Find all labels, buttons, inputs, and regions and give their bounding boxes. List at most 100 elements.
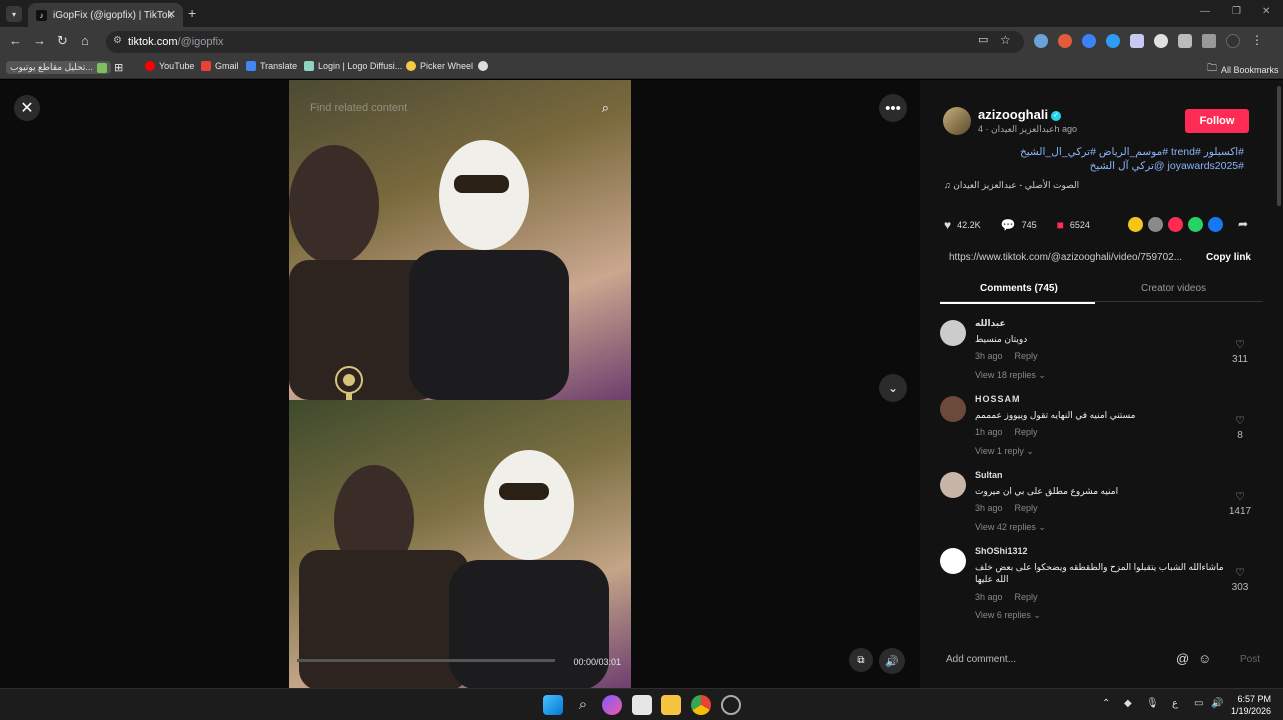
menu-kebab-icon[interactable]: ⋮ bbox=[1250, 34, 1264, 48]
apps-grid-icon[interactable]: ⊞ bbox=[114, 61, 123, 74]
system-clock[interactable]: 6:57 PM 1/19/2026 bbox=[1231, 693, 1271, 717]
url-bar[interactable]: ⚙ tiktok.com/@igopfix bbox=[106, 31, 1024, 53]
follow-button[interactable]: Follow bbox=[1185, 109, 1249, 133]
reload-icon[interactable]: ↻ bbox=[57, 33, 68, 49]
input-language[interactable]: ع bbox=[1172, 698, 1178, 709]
bookmark-globe[interactable] bbox=[478, 61, 488, 71]
extension-icon[interactable] bbox=[1154, 34, 1168, 48]
view-replies-button[interactable]: View 6 replies ⌄ bbox=[975, 610, 1041, 621]
author-avatar[interactable] bbox=[943, 107, 971, 135]
network-icon[interactable]: ▭ bbox=[1194, 698, 1203, 709]
view-replies-button[interactable]: View 18 replies ⌄ bbox=[975, 370, 1046, 381]
comment-like[interactable]: ♡ 303 bbox=[1225, 566, 1255, 593]
comment-username[interactable]: عبدالله bbox=[975, 318, 1006, 329]
comment-like[interactable]: ♡ 311 bbox=[1225, 338, 1255, 365]
emoji-icon[interactable]: ☺ bbox=[1198, 651, 1211, 666]
avatar[interactable] bbox=[940, 548, 966, 574]
comment-username[interactable]: Sultan bbox=[975, 470, 1003, 480]
reply-button[interactable]: Reply bbox=[1015, 592, 1038, 602]
tab-close-icon[interactable]: ✕ bbox=[167, 8, 176, 21]
extension-icon[interactable] bbox=[1106, 34, 1120, 48]
video-progress-bar[interactable] bbox=[297, 659, 555, 662]
file-explorer-icon[interactable] bbox=[661, 695, 681, 715]
browser-tab[interactable]: ♪ iGopFix (@igopfix) | TikTok ✕ bbox=[28, 3, 183, 27]
bookmark-logo-diffusion[interactable]: Login | Logo Diffusi... bbox=[304, 61, 402, 71]
reply-button[interactable]: Reply bbox=[1015, 351, 1038, 361]
app-icon[interactable] bbox=[721, 695, 741, 715]
share-friends-icon[interactable] bbox=[1148, 217, 1163, 232]
reading-list-icon[interactable] bbox=[1202, 34, 1216, 48]
store-icon[interactable] bbox=[632, 695, 652, 715]
close-video-button[interactable]: ✕ bbox=[14, 95, 40, 121]
reply-button[interactable]: Reply bbox=[1015, 503, 1038, 513]
site-info-icon[interactable]: ⚙ bbox=[113, 35, 122, 46]
forward-icon[interactable]: → bbox=[33, 33, 46, 48]
comment-icon[interactable]: 💬 bbox=[1001, 218, 1016, 232]
comment-like[interactable]: ♡ 8 bbox=[1225, 414, 1255, 441]
share-embed-icon[interactable] bbox=[1128, 217, 1143, 232]
extensions-puzzle-icon[interactable] bbox=[1178, 34, 1192, 48]
home-icon[interactable]: ⌂ bbox=[81, 33, 89, 48]
copilot-icon[interactable] bbox=[602, 695, 622, 715]
extension-icon[interactable] bbox=[1082, 34, 1096, 48]
more-options-button[interactable]: ••• bbox=[879, 94, 907, 122]
maximize-button[interactable]: ❐ bbox=[1232, 6, 1241, 17]
share-arrow-icon[interactable]: ➦ bbox=[1238, 217, 1248, 231]
post-comment-button[interactable]: Post bbox=[1240, 654, 1260, 665]
copy-link-button[interactable]: Copy link bbox=[1206, 252, 1251, 263]
copilot-tray-icon[interactable]: ◆ bbox=[1124, 698, 1132, 709]
mention-icon[interactable]: @ bbox=[1176, 651, 1189, 666]
comment-username[interactable]: ShOShi1312 bbox=[975, 546, 1028, 556]
chrome-icon[interactable] bbox=[691, 695, 711, 715]
reply-button[interactable]: Reply bbox=[1015, 427, 1038, 437]
window-close-button[interactable]: ✕ bbox=[1262, 6, 1270, 17]
find-related-content[interactable]: Find related content bbox=[310, 102, 407, 114]
profile-avatar[interactable] bbox=[1226, 34, 1240, 48]
bookmark-translate[interactable]: Translate bbox=[246, 61, 297, 71]
bookmark-gmail[interactable]: Gmail bbox=[201, 61, 239, 71]
extension-icon[interactable] bbox=[1034, 34, 1048, 48]
comment-username[interactable]: HOSSAM bbox=[975, 394, 1021, 404]
bookmark-youtube[interactable]: YouTube bbox=[145, 61, 194, 71]
new-tab-button[interactable]: + bbox=[188, 5, 196, 21]
cast-icon[interactable]: ▭ bbox=[978, 33, 988, 46]
avatar[interactable] bbox=[940, 396, 966, 422]
picture-in-picture-button[interactable]: ⧉ bbox=[849, 648, 873, 672]
extension-icon[interactable] bbox=[1058, 34, 1072, 48]
bookmark-star-icon[interactable]: ☆ bbox=[1000, 33, 1011, 47]
tab-comments[interactable]: Comments (745) bbox=[940, 283, 1095, 304]
view-replies-button[interactable]: View 42 replies ⌄ bbox=[975, 522, 1046, 533]
microphone-icon[interactable]: 🎙 bbox=[1146, 698, 1159, 709]
view-replies-button[interactable]: View 1 reply ⌄ bbox=[975, 446, 1034, 457]
sidebar-scrollbar[interactable] bbox=[1277, 86, 1281, 206]
post-caption[interactable]: #اكسبلور #trend #موسم_الرياض #تركي_ال_ال… bbox=[944, 145, 1244, 173]
share-facebook-icon[interactable] bbox=[1208, 217, 1223, 232]
search-icon[interactable]: ⌕ bbox=[602, 100, 609, 116]
minimize-button[interactable]: — bbox=[1200, 6, 1210, 17]
share-whatsapp-icon[interactable] bbox=[1188, 217, 1203, 232]
music-info[interactable]: ♫ الصوت الأصلي - عبدالعزيز العيدان bbox=[944, 180, 1079, 191]
volume-button[interactable]: 🔊 bbox=[879, 648, 905, 674]
back-icon[interactable]: ← bbox=[9, 33, 22, 48]
start-menu-icon[interactable] bbox=[543, 695, 563, 715]
heart-icon[interactable]: ♥ bbox=[944, 218, 951, 232]
comment-list: عبدالله دويتان منسيط 3h ago Reply View 18… bbox=[940, 310, 1275, 626]
volume-tray-icon[interactable]: 🔊 bbox=[1211, 698, 1223, 709]
video-frame[interactable]: Find related content ⌕ 00:00/03:01 bbox=[289, 80, 631, 688]
add-comment-field[interactable]: Add comment... bbox=[946, 654, 1016, 665]
author-username[interactable]: azizooghali ✓ bbox=[978, 107, 1062, 122]
bookmark-icon[interactable]: ■ bbox=[1057, 218, 1064, 232]
tray-overflow-icon[interactable]: ⌃ bbox=[1102, 698, 1110, 709]
share-tiktok-icon[interactable] bbox=[1168, 217, 1183, 232]
bookmark-item[interactable]: تحليل مقاطع يوتيوب... bbox=[6, 61, 111, 74]
tab-creator-videos[interactable]: Creator videos bbox=[1141, 283, 1206, 294]
avatar[interactable] bbox=[940, 320, 966, 346]
tab-list-button[interactable]: ▾ bbox=[6, 6, 22, 22]
next-video-button[interactable]: ⌄ bbox=[879, 374, 907, 402]
comment-like[interactable]: ♡ 1417 bbox=[1225, 490, 1255, 517]
extension-icon[interactable] bbox=[1130, 34, 1144, 48]
search-icon[interactable]: ⌕ bbox=[573, 695, 593, 715]
all-bookmarks[interactable]: 🗀 All Bookmarks bbox=[1207, 61, 1279, 78]
bookmark-picker-wheel[interactable]: Picker Wheel bbox=[406, 61, 473, 71]
avatar[interactable] bbox=[940, 472, 966, 498]
